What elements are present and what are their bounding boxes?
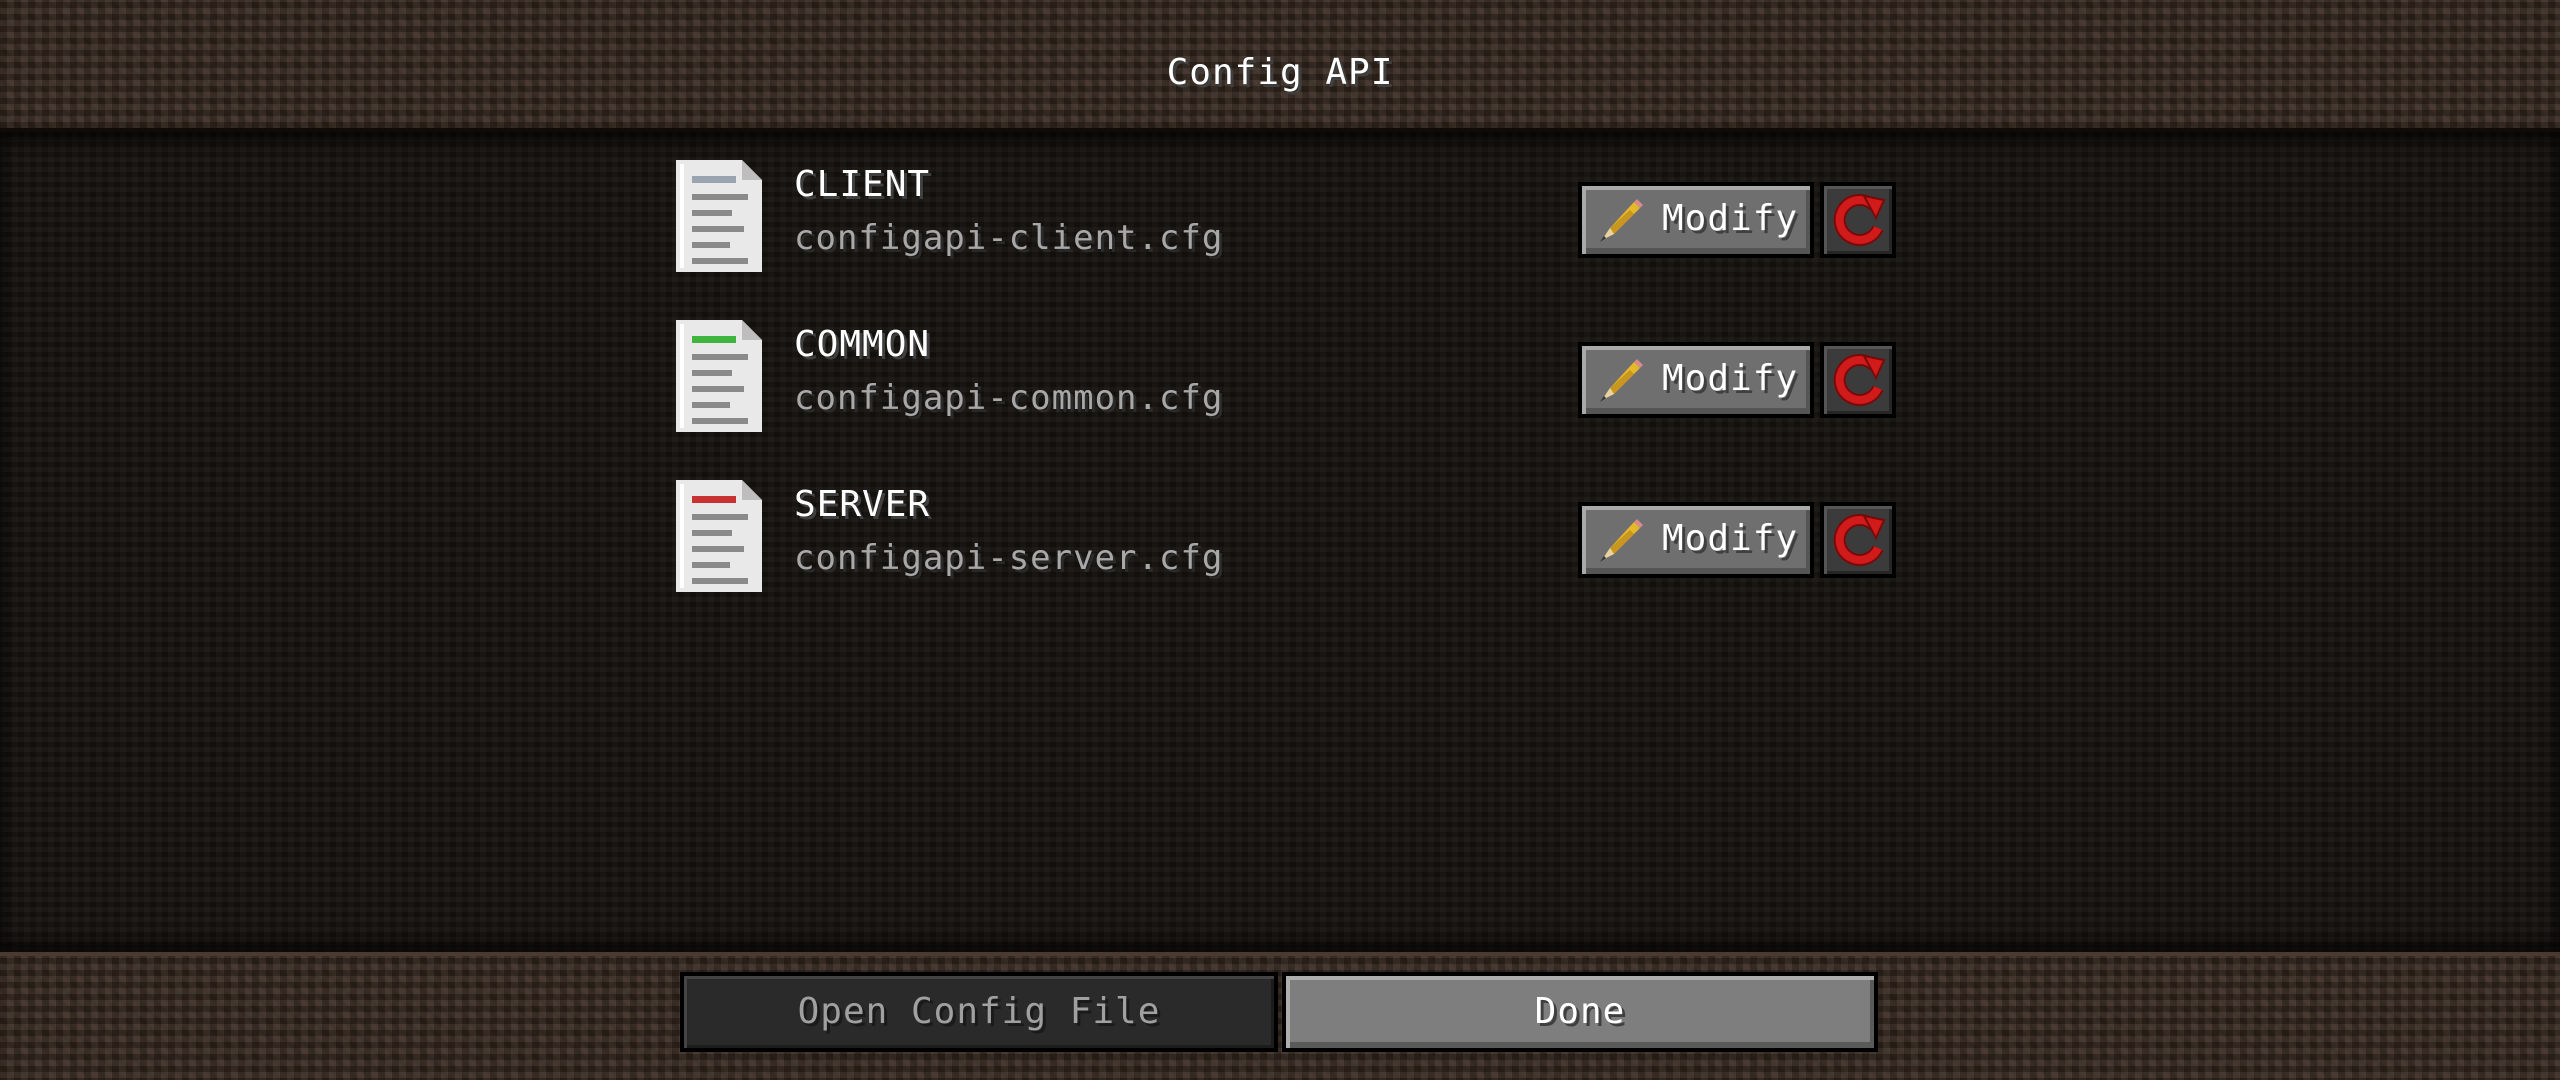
config-row-common: COMMON configapi-common.cfg Modify (676, 292, 1896, 432)
modify-button-client[interactable]: Modify (1578, 182, 1814, 258)
config-filename: configapi-server.cfg (794, 538, 1224, 578)
config-name: SERVER (794, 484, 931, 525)
config-screen: Config API CLIENT configapi-client.cfg M… (0, 0, 2560, 1080)
accent-bar (692, 176, 736, 183)
accent-bar (692, 496, 736, 503)
document-icon (676, 160, 762, 272)
modify-button-common[interactable]: Modify (1578, 342, 1814, 418)
modify-label: Modify (1662, 358, 1799, 399)
config-filename: configapi-common.cfg (794, 378, 1224, 418)
modify-button-server[interactable]: Modify (1578, 502, 1814, 578)
config-name: COMMON (794, 324, 931, 365)
reset-button-client[interactable] (1820, 182, 1896, 258)
modify-label: Modify (1662, 518, 1799, 559)
config-name: CLIENT (794, 164, 931, 205)
pencil-icon (1600, 359, 1643, 402)
done-button[interactable]: Done (1282, 972, 1878, 1052)
footer-bar (0, 952, 2560, 1080)
document-icon (676, 320, 762, 432)
reset-icon (1833, 194, 1886, 246)
reset-icon (1833, 514, 1886, 566)
modify-label: Modify (1662, 198, 1799, 239)
config-row-client: CLIENT configapi-client.cfg Modify (676, 132, 1896, 272)
reset-button-server[interactable] (1820, 502, 1896, 578)
config-row-server: SERVER configapi-server.cfg Modify (676, 452, 1896, 592)
reset-button-common[interactable] (1820, 342, 1896, 418)
config-filename: configapi-client.cfg (794, 218, 1224, 258)
document-icon (676, 480, 762, 592)
page-title: Config API (1166, 52, 1394, 93)
pencil-icon (1600, 199, 1643, 242)
pencil-icon (1600, 519, 1643, 562)
accent-bar (692, 336, 736, 343)
reset-icon (1833, 354, 1886, 406)
open-config-file-button[interactable]: Open Config File (680, 972, 1278, 1052)
